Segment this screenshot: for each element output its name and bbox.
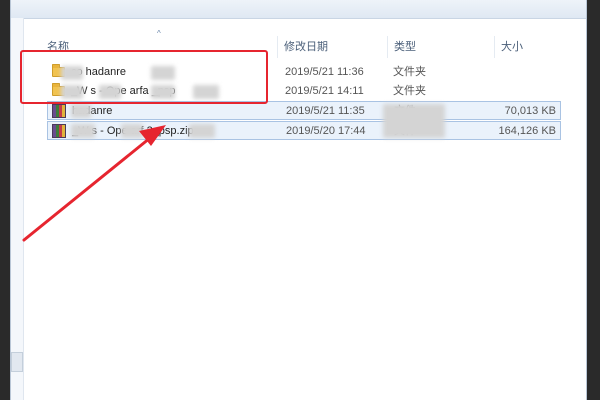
annotation-arrow — [22, 125, 166, 242]
